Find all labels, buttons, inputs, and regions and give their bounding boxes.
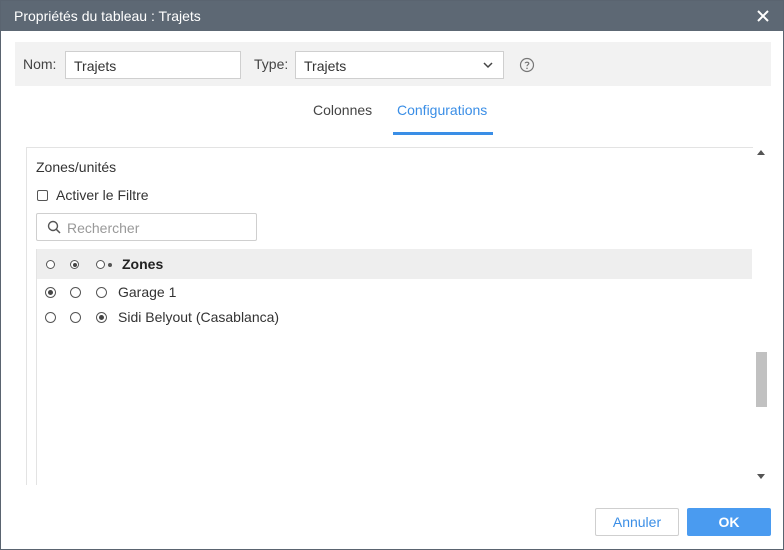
zones-list: Zones Garage 1 Sidi Belyout (Casablanca): [36, 249, 752, 485]
list-item-label: Sidi Belyout (Casablanca): [118, 309, 280, 325]
list-item-label: Garage 1: [118, 284, 177, 300]
search-icon: [47, 220, 61, 234]
ok-button[interactable]: OK: [687, 508, 771, 536]
list-item[interactable]: Garage 1: [37, 281, 752, 307]
properties-bar: Nom: Trajets Type: Trajets: [15, 42, 771, 86]
mixed-dot-icon: [108, 263, 112, 267]
enable-filter-label: Activer le Filtre: [56, 187, 149, 203]
section-title: Zones/unités: [36, 159, 117, 175]
dialog-title: Propriétés du tableau : Trajets: [14, 8, 201, 24]
scroll-up-arrow-icon[interactable]: [757, 150, 765, 155]
name-input[interactable]: Trajets: [65, 51, 241, 79]
tab-configurations[interactable]: Configurations: [397, 102, 487, 118]
scroll-down-arrow-icon[interactable]: [757, 474, 765, 479]
search-field[interactable]: Rechercher: [36, 213, 257, 241]
vertical-scrollbar[interactable]: [753, 147, 769, 485]
active-tab-indicator: [393, 132, 493, 135]
row-radio-3[interactable]: [96, 287, 107, 298]
list-header-row: Zones: [37, 249, 752, 279]
help-icon[interactable]: [519, 57, 535, 73]
tab-colonnes[interactable]: Colonnes: [313, 102, 372, 118]
header-radio-include[interactable]: [46, 260, 55, 269]
row-radio-1[interactable]: [45, 287, 56, 298]
name-label: Nom:: [23, 56, 57, 72]
scrollbar-thumb[interactable]: [756, 352, 767, 407]
list-item[interactable]: Sidi Belyout (Casablanca): [37, 306, 752, 332]
row-radio-2[interactable]: [70, 312, 81, 323]
configurations-panel: Zones/unités Activer le Filtre Recherche…: [26, 147, 769, 485]
type-label: Type:: [254, 56, 289, 72]
row-radio-2[interactable]: [70, 287, 81, 298]
row-radio-3[interactable]: [96, 312, 107, 323]
cancel-button[interactable]: Annuler: [595, 508, 679, 536]
type-select[interactable]: Trajets: [295, 51, 504, 79]
tab-bar: Colonnes Configurations: [1, 97, 783, 137]
title-bar: Propriétés du tableau : Trajets: [1, 1, 783, 31]
header-radio-mixed[interactable]: [96, 260, 105, 269]
properties-dialog: Propriétés du tableau : Trajets Nom: Tra…: [0, 0, 784, 550]
row-radio-1[interactable]: [45, 312, 56, 323]
close-icon[interactable]: [753, 6, 773, 26]
list-header-label: Zones: [122, 256, 164, 272]
header-radio-exclude[interactable]: [70, 260, 79, 269]
chevron-down-icon: [483, 62, 493, 69]
enable-filter-checkbox[interactable]: [37, 190, 48, 201]
search-placeholder: Rechercher: [67, 220, 140, 236]
type-select-value: Trajets: [304, 58, 347, 74]
